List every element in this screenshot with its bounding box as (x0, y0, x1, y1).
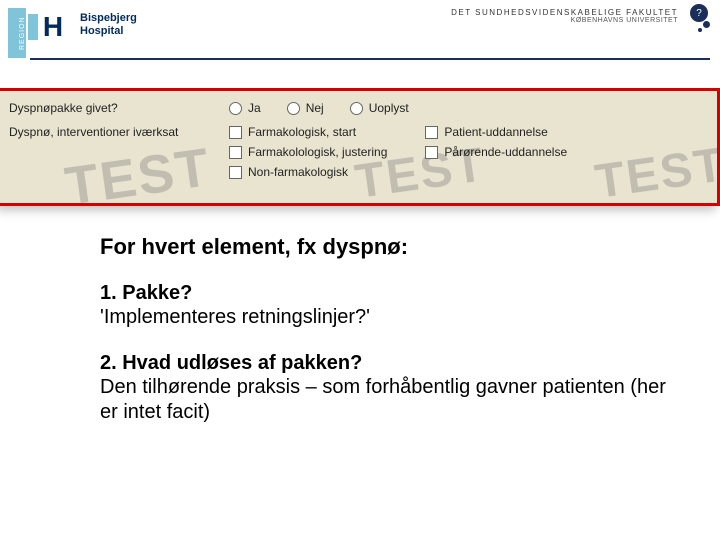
slide-header: REGION H Bispebjerg Hospital DET SUNDHED… (0, 0, 720, 58)
body-text: For hvert element, fx dyspnø: 1. Pakke? … (0, 206, 720, 425)
item-2-body: Den tilhørende praksis – som forhåbentli… (100, 375, 680, 425)
radio-option-nej[interactable]: Nej (287, 101, 324, 115)
university-seal-icon: ? (690, 4, 708, 22)
checkbox-icon (229, 126, 242, 139)
hospital-name: Bispebjerg Hospital (80, 12, 137, 38)
radio-option-ja[interactable]: Ja (229, 101, 261, 115)
option-label: Ja (248, 101, 261, 115)
region-tag: REGION (8, 8, 26, 58)
hospital-name-line2: Hospital (80, 25, 137, 38)
item-1-head: 1. Pakke? (100, 282, 680, 305)
seal-main-icon: ? (690, 4, 708, 22)
question-label: Dyspnø, interventioner iværksat (9, 125, 229, 139)
radio-option-uoplyst[interactable]: Uoplyst (350, 101, 409, 115)
checkbox-icon (425, 146, 438, 159)
option-label: Farmakolologisk, justering (248, 145, 387, 159)
radio-icon (350, 102, 363, 115)
radio-group: Ja Nej Uoplyst (229, 101, 703, 115)
checkbox-icon (229, 166, 242, 179)
checkbox-option[interactable]: Farmakologisk, start (229, 125, 387, 139)
header-right: DET SUNDHEDSVIDENSKABELIGE FAKULTET KØBE… (451, 8, 702, 24)
radio-icon (287, 102, 300, 115)
radio-icon (229, 102, 242, 115)
header-left: REGION H Bispebjerg Hospital (8, 8, 137, 58)
question-label: Dyspnøpakke givet? (9, 101, 229, 115)
option-label: Farmakologisk, start (248, 125, 356, 139)
checkbox-option[interactable]: Non-farmakologisk (229, 165, 387, 179)
faculty-subtitle: KØBENHAVNS UNIVERSITET (451, 17, 678, 24)
checkbox-column-1: Farmakologisk, start Farmakolologisk, ju… (229, 125, 387, 179)
option-label: Patient-uddannelse (444, 125, 547, 139)
faculty-title: DET SUNDHEDSVIDENSKABELIGE FAKULTET (451, 8, 678, 17)
section-heading: For hvert element, fx dyspnø: (100, 234, 680, 260)
item-2-head: 2. Hvad udløses af pakken? (100, 352, 680, 375)
form-panel-wrap: TEST TEST TEST Dyspnøpakke givet? Ja Nej… (0, 88, 720, 206)
item-1-body: 'Implementeres retningslinjer?' (100, 305, 680, 330)
checkbox-option[interactable]: Patient-uddannelse (425, 125, 567, 139)
option-label: Nej (306, 101, 324, 115)
seal-dot-icon (703, 21, 710, 28)
checkbox-columns: Farmakologisk, start Farmakolologisk, ju… (229, 125, 567, 179)
header-divider (30, 58, 710, 60)
hospital-name-line1: Bispebjerg (80, 12, 137, 25)
question-row-1: Dyspnøpakke givet? Ja Nej Uoplyst (9, 101, 703, 115)
checkbox-option[interactable]: Farmakolologisk, justering (229, 145, 387, 159)
question-row-2: Dyspnø, interventioner iværksat Farmakol… (9, 125, 703, 179)
checkbox-icon (229, 146, 242, 159)
hospital-logo-icon: H (34, 10, 72, 44)
checkbox-option[interactable]: Pårørende-uddannelse (425, 145, 567, 159)
seal-dot-icon (698, 28, 702, 32)
form-panel: TEST TEST TEST Dyspnøpakke givet? Ja Nej… (0, 88, 720, 206)
checkbox-icon (425, 126, 438, 139)
checkbox-column-2: Patient-uddannelse Pårørende-uddannelse (425, 125, 567, 179)
option-label: Uoplyst (369, 101, 409, 115)
option-label: Non-farmakologisk (248, 165, 348, 179)
option-label: Pårørende-uddannelse (444, 145, 567, 159)
